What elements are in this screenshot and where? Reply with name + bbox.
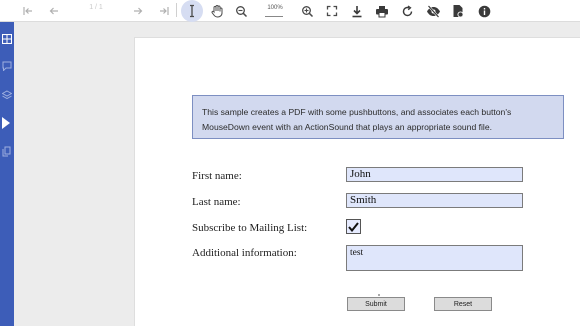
comments-icon[interactable] — [0, 59, 14, 73]
page-number-input[interactable]: 1 / 1 — [86, 4, 106, 11]
first-name-label: First name: — [192, 170, 242, 182]
reset-button[interactable]: Reset — [434, 297, 492, 311]
fit-page-icon[interactable] — [323, 2, 341, 20]
file-info-icon[interactable] — [449, 2, 467, 20]
zoom-in-icon[interactable] — [298, 2, 316, 20]
subscribe-checkbox[interactable] — [346, 219, 361, 234]
last-name-field[interactable]: Smith — [346, 193, 523, 208]
zoom-level[interactable]: 100% — [263, 5, 287, 11]
additional-info-field[interactable]: test — [346, 245, 523, 271]
cursor-marker — [378, 294, 380, 296]
print-icon[interactable] — [373, 2, 391, 20]
subscribe-label: Subscribe to Mailing List: — [192, 222, 308, 234]
bookmark-icon[interactable] — [0, 116, 14, 130]
checkmark-icon — [348, 221, 359, 232]
submit-button[interactable]: Submit — [347, 297, 405, 311]
last-page-icon[interactable] — [156, 2, 172, 20]
description-note: This sample creates a PDF with some push… — [192, 95, 564, 139]
toolbar: 1 / 1 100% — [0, 0, 580, 22]
hide-annotations-icon[interactable] — [423, 2, 443, 20]
rotate-icon[interactable] — [398, 2, 416, 20]
sidebar — [0, 22, 14, 326]
pan-hand-icon[interactable] — [208, 2, 226, 20]
attachments-icon[interactable] — [0, 144, 14, 158]
download-icon[interactable] — [348, 2, 366, 20]
previous-page-icon[interactable] — [46, 2, 62, 20]
thumbnails-icon[interactable] — [0, 32, 14, 46]
next-page-icon[interactable] — [130, 2, 146, 20]
pdf-page: This sample creates a PDF with some push… — [134, 37, 580, 326]
first-page-icon[interactable] — [20, 2, 36, 20]
zoom-underline — [265, 16, 283, 17]
layers-icon[interactable] — [0, 88, 14, 102]
info-icon[interactable] — [475, 2, 493, 20]
zoom-out-icon[interactable] — [232, 2, 250, 20]
toolbar-divider — [176, 3, 177, 17]
first-name-field[interactable]: John — [346, 167, 523, 182]
last-name-label: Last name: — [192, 196, 241, 208]
additional-info-label: Additional information: — [192, 247, 297, 259]
text-select-icon[interactable] — [184, 2, 200, 20]
document-viewer[interactable]: This sample creates a PDF with some push… — [14, 22, 580, 326]
